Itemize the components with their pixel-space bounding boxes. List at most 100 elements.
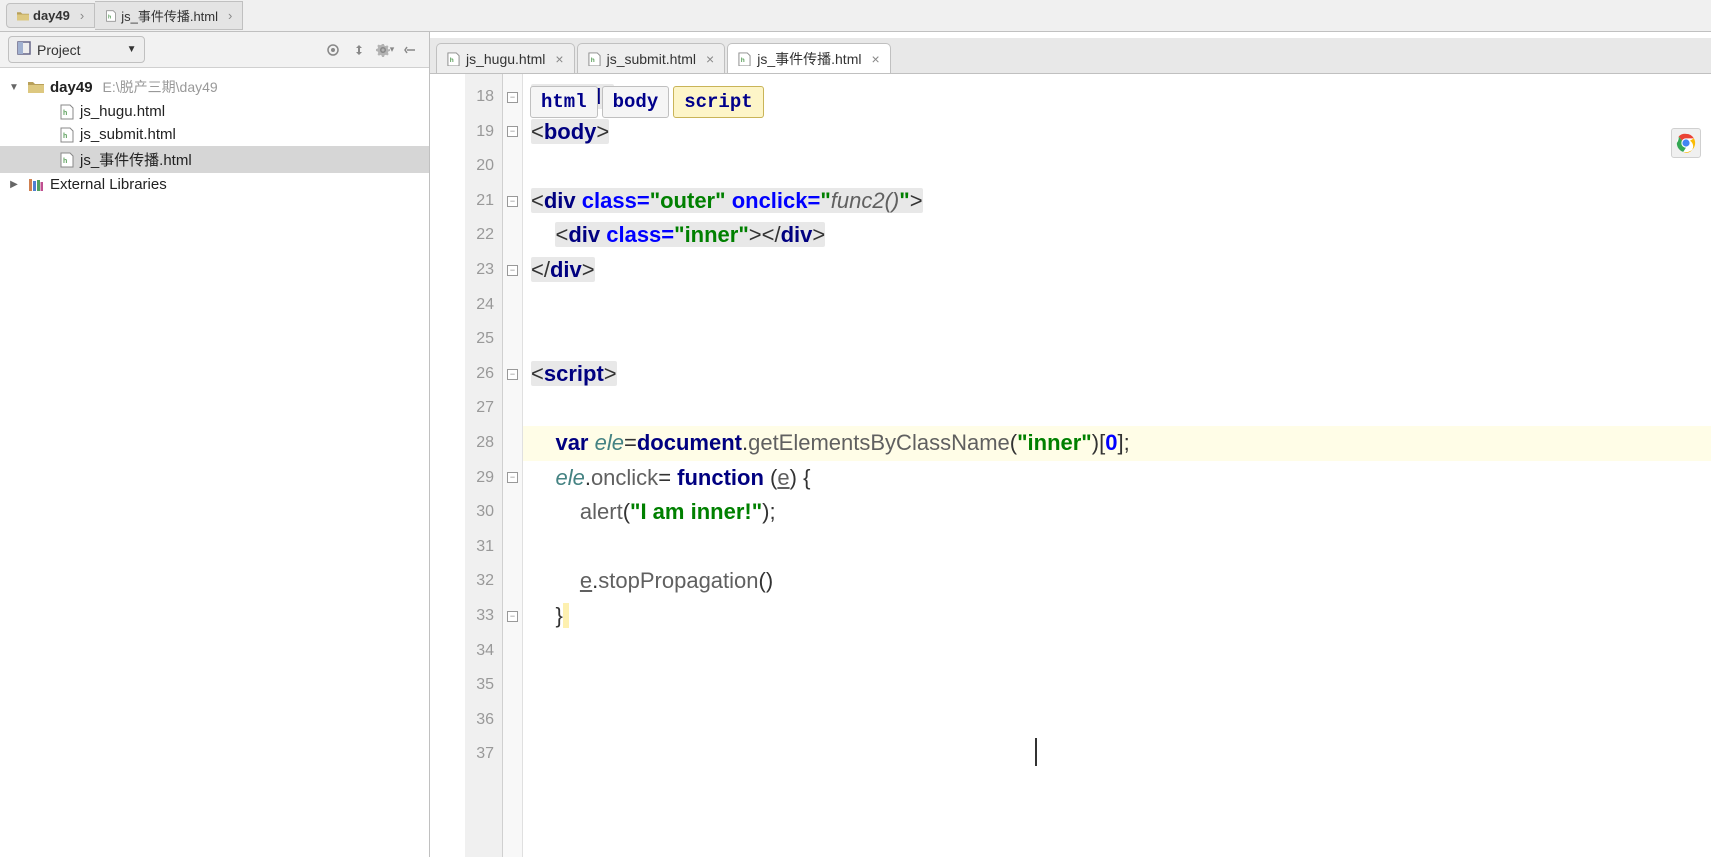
code-crumb-body[interactable]: body xyxy=(602,86,670,118)
fold-marker[interactable] xyxy=(503,426,522,461)
tree-external-libraries[interactable]: ▶ External Libraries xyxy=(0,173,429,196)
expand-arrow-icon[interactable]: ▼ xyxy=(6,82,22,93)
tab-label: js_submit.html xyxy=(607,51,696,67)
library-icon xyxy=(28,178,44,192)
fold-marker[interactable]: − xyxy=(503,115,522,150)
svg-text:h: h xyxy=(590,57,594,64)
line-number: 32 xyxy=(465,564,502,599)
project-label: Project xyxy=(37,42,81,58)
chevron-icon xyxy=(74,8,84,23)
fold-marker[interactable] xyxy=(503,668,522,703)
code-breadcrumbs: html body script xyxy=(530,86,764,118)
line-number: 22 xyxy=(465,218,502,253)
line-number: 25 xyxy=(465,322,502,357)
line-number: 34 xyxy=(465,634,502,669)
folder-icon xyxy=(28,81,44,94)
fold-marker[interactable] xyxy=(503,564,522,599)
code-editor[interactable]: html body script 18192021222324252627282… xyxy=(430,74,1711,857)
fold-marker[interactable]: − xyxy=(503,461,522,496)
project-icon xyxy=(17,41,31,58)
line-number: 26 xyxy=(465,357,502,392)
line-number: 33 xyxy=(465,599,502,634)
svg-text:h: h xyxy=(63,133,67,140)
breadcrumb-folder[interactable]: day49 xyxy=(6,3,95,28)
fold-marker[interactable] xyxy=(503,288,522,323)
fold-marker[interactable] xyxy=(503,530,522,565)
navigation-bar: day49 h js_事件传播.html xyxy=(0,0,1711,32)
svg-text:h: h xyxy=(63,110,67,117)
expand-arrow-icon[interactable]: ▶ xyxy=(6,179,22,190)
close-tab-icon[interactable]: × xyxy=(871,51,879,67)
fold-marker[interactable] xyxy=(503,634,522,669)
tree-file-name: js_事件传播.html xyxy=(80,149,192,170)
fold-marker[interactable]: − xyxy=(503,184,522,219)
editor-tabs: h js_hugu.html × h js_submit.html × h js… xyxy=(430,38,1711,74)
editor-tab-active[interactable]: h js_事件传播.html × xyxy=(727,43,890,73)
fold-column: −−−−−−− xyxy=(503,74,523,857)
tree-file-name: js_submit.html xyxy=(80,126,176,143)
line-number: 30 xyxy=(465,495,502,530)
breadcrumb-file-label: js_事件传播.html xyxy=(121,6,218,25)
line-number-gutter: 1819202122232425262728293031323334353637 xyxy=(465,74,503,857)
sidebar-header: Project ▼ ▾ xyxy=(0,32,429,68)
fold-marker[interactable] xyxy=(503,703,522,738)
breadcrumb-folder-label: day49 xyxy=(33,8,70,23)
fold-marker[interactable] xyxy=(503,737,522,772)
close-tab-icon[interactable]: × xyxy=(555,51,563,67)
code-crumb-html[interactable]: html xyxy=(530,86,598,118)
line-number: 24 xyxy=(465,288,502,323)
code-content[interactable]: </head> <body> <div class="outer" onclic… xyxy=(523,74,1711,857)
editor-tab[interactable]: h js_hugu.html × xyxy=(436,43,575,73)
dropdown-arrow-icon: ▼ xyxy=(127,44,137,55)
fold-marker[interactable]: − xyxy=(503,599,522,634)
html-file-icon: h xyxy=(105,10,117,22)
editor-tab[interactable]: h js_submit.html × xyxy=(577,43,726,73)
code-crumb-script[interactable]: script xyxy=(673,86,763,118)
line-number: 23 xyxy=(465,253,502,288)
settings-gear-icon[interactable]: ▾ xyxy=(375,40,395,60)
fold-marker[interactable] xyxy=(503,322,522,357)
fold-marker[interactable]: − xyxy=(503,357,522,392)
html-file-icon: h xyxy=(60,152,74,167)
svg-text:h: h xyxy=(741,57,745,64)
line-number: 18 xyxy=(465,80,502,115)
tree-root-folder[interactable]: ▼ day49 E:\脱产三期\day49 xyxy=(0,74,429,100)
tree-root-name: day49 xyxy=(50,79,93,96)
chevron-icon xyxy=(222,8,232,23)
fold-marker[interactable] xyxy=(503,149,522,184)
project-tree: ▼ day49 E:\脱产三期\day49 h js_hugu.html h j… xyxy=(0,68,429,202)
line-number: 35 xyxy=(465,668,502,703)
hide-icon[interactable] xyxy=(401,40,421,60)
tab-label: js_事件传播.html xyxy=(757,49,861,69)
line-number: 37 xyxy=(465,737,502,772)
line-number: 20 xyxy=(465,149,502,184)
collapse-all-icon[interactable] xyxy=(323,40,343,60)
line-number: 36 xyxy=(465,703,502,738)
tree-root-path: E:\脱产三期\day49 xyxy=(103,77,218,97)
tree-file[interactable]: h js_hugu.html xyxy=(0,100,429,123)
line-number: 29 xyxy=(465,461,502,496)
line-number: 28 xyxy=(465,426,502,461)
svg-text:h: h xyxy=(63,158,67,165)
scroll-from-source-icon[interactable] xyxy=(349,40,369,60)
close-tab-icon[interactable]: × xyxy=(706,51,714,67)
svg-text:h: h xyxy=(450,57,454,64)
fold-marker[interactable]: − xyxy=(503,80,522,115)
open-in-browser-panel[interactable] xyxy=(1671,128,1701,158)
line-number: 19 xyxy=(465,115,502,150)
html-file-icon: h xyxy=(60,127,74,142)
tree-file-selected[interactable]: h js_事件传播.html xyxy=(0,146,429,173)
tree-file[interactable]: h js_submit.html xyxy=(0,123,429,146)
html-file-icon: h xyxy=(588,52,601,66)
tree-external-label: External Libraries xyxy=(50,176,167,193)
editor-area: h js_hugu.html × h js_submit.html × h js… xyxy=(430,32,1711,857)
breadcrumb-file[interactable]: h js_事件传播.html xyxy=(95,1,243,30)
fold-marker[interactable] xyxy=(503,218,522,253)
chrome-icon xyxy=(1676,133,1696,153)
svg-text:h: h xyxy=(108,14,111,20)
fold-marker[interactable]: − xyxy=(503,253,522,288)
fold-marker[interactable] xyxy=(503,391,522,426)
project-sidebar: Project ▼ ▾ ▼ day49 E:\脱产三期\day49 h js_h… xyxy=(0,32,430,857)
fold-marker[interactable] xyxy=(503,495,522,530)
project-dropdown[interactable]: Project ▼ xyxy=(8,36,145,63)
